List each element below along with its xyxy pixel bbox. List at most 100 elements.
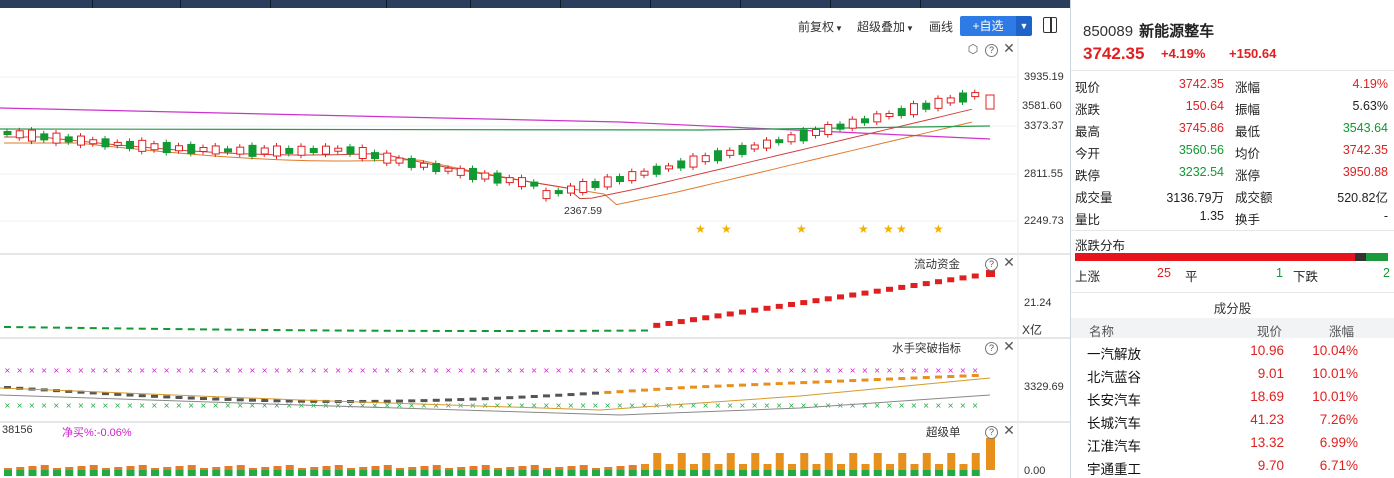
sailor-x-marker: × xyxy=(862,366,869,375)
sailor-x-marker: × xyxy=(580,366,587,375)
sailor-x-marker: × xyxy=(935,401,942,410)
price-axis-label: 2249.73 xyxy=(1024,215,1064,227)
sailor-bar xyxy=(530,395,538,399)
super-order-bar xyxy=(151,470,159,476)
sailor-x-marker: × xyxy=(212,366,219,375)
star-marker: ★ xyxy=(883,222,894,236)
sailor-x-marker: × xyxy=(543,366,550,375)
sailor-x-marker: × xyxy=(298,366,305,375)
super-order-bar xyxy=(788,464,796,470)
component-row[interactable]: 长城汽车 41.23 7.26% xyxy=(1071,408,1394,431)
super-order-bar xyxy=(469,466,478,470)
help-icon[interactable]: ? xyxy=(985,426,998,439)
sailor-x-marker: × xyxy=(249,401,256,410)
sailor-x-marker: × xyxy=(531,401,538,410)
sailor-x-marker: × xyxy=(849,366,856,375)
candle-body xyxy=(175,145,183,152)
component-row[interactable]: 长安汽车 18.69 10.01% xyxy=(1071,385,1394,408)
draw-line-button[interactable]: 画线 xyxy=(929,18,953,35)
super-order-bar xyxy=(359,467,368,470)
sailor-x-marker: × xyxy=(825,366,832,375)
super-order-bar xyxy=(837,470,845,476)
restore-rights-label: 前复权 xyxy=(798,20,835,34)
close-icon[interactable]: ✕ xyxy=(1003,41,1015,55)
super-order-bar xyxy=(812,470,821,476)
candle-body xyxy=(836,123,845,130)
close-icon[interactable]: ✕ xyxy=(1003,339,1015,353)
super-order-bar xyxy=(653,453,662,470)
col-pct-header[interactable]: 涨幅 xyxy=(1329,321,1354,340)
top-nav-bar[interactable] xyxy=(0,0,1070,8)
super-order-bar xyxy=(322,466,331,470)
add-watchlist-dropdown[interactable]: ▼ xyxy=(1016,16,1032,36)
close-icon[interactable]: ✕ xyxy=(1003,255,1015,269)
chevron-down-icon: ▼ xyxy=(906,24,914,33)
super-order-bar xyxy=(530,465,539,470)
sailor-bar xyxy=(506,396,514,400)
layout-toggle-icon[interactable] xyxy=(1043,17,1057,33)
quote-value: 5.63% xyxy=(1352,99,1388,113)
sailor-bar xyxy=(555,393,563,397)
super-order-bar xyxy=(714,470,723,476)
super-order-bar xyxy=(187,465,196,470)
sailor-bar xyxy=(641,388,648,392)
super-order-bar xyxy=(40,465,49,470)
sailor-x-marker: × xyxy=(727,366,734,375)
sailor-bar xyxy=(494,396,501,400)
kline-chart-area[interactable]: ★ ★ ★ ★ ★ ★ ★×××××××××××××××××××××××××××××××××… xyxy=(0,38,1070,478)
col-price-header[interactable]: 现价 xyxy=(1257,321,1282,340)
sailor-x-marker: × xyxy=(666,366,673,375)
sailor-x-marker: × xyxy=(323,366,330,375)
component-row[interactable]: 宇通重工 9.70 6.71% xyxy=(1071,454,1394,477)
col-name-header[interactable]: 名称 xyxy=(1089,321,1114,340)
sailor-x-marker: × xyxy=(739,401,746,410)
help-icon[interactable]: ? xyxy=(985,44,998,57)
super-order-bar xyxy=(947,470,956,476)
chart-toolbar: 前复权▼ 超级叠加▼ 画线 xyxy=(0,8,1070,38)
super-order-bar xyxy=(506,467,515,470)
fund-flow-value: 21.24 xyxy=(1024,297,1052,309)
sailor-x-marker: × xyxy=(482,401,489,410)
sailor-bar xyxy=(518,395,526,399)
candle-body xyxy=(481,172,490,180)
sailor-x-marker: × xyxy=(629,366,636,375)
quote-value: 3742.35 xyxy=(1178,77,1224,91)
restore-rights-dropdown[interactable]: 前复权▼ xyxy=(798,18,843,35)
add-watchlist-button[interactable]: +自选 xyxy=(960,16,1016,36)
super-order-bar xyxy=(77,470,86,476)
sailor-x-marker: × xyxy=(641,401,648,410)
sailor-x-marker: × xyxy=(41,401,48,410)
component-row[interactable]: 北汽蓝谷 9.01 10.01% xyxy=(1071,362,1394,385)
distribution-title: 涨跌分布 xyxy=(1075,239,1126,253)
component-price: 10.96 xyxy=(1250,343,1284,358)
super-order-bar xyxy=(935,470,943,476)
sailor-x-marker: × xyxy=(4,366,11,375)
sailor-value: 3329.69 xyxy=(1024,381,1064,393)
quote-value: 3745.86 xyxy=(1178,121,1224,135)
stock-change-amt: +150.64 xyxy=(1229,46,1277,61)
close-icon[interactable]: ✕ xyxy=(1003,423,1015,437)
super-order-bar xyxy=(824,470,833,476)
sailor-bar xyxy=(788,381,795,385)
component-name: 长城汽车 xyxy=(1087,416,1141,431)
help-icon[interactable]: ? xyxy=(985,258,998,271)
component-row[interactable]: 江淮汽车 13.32 6.99% xyxy=(1071,431,1394,454)
distribution-flat-segment xyxy=(1354,253,1366,261)
component-row[interactable]: 一汽解放 10.96 10.04% xyxy=(1071,339,1394,362)
component-pct: 6.71% xyxy=(1319,458,1358,473)
super-overlay-dropdown[interactable]: 超级叠加▼ xyxy=(857,18,914,35)
sailor-x-marker: × xyxy=(519,366,526,375)
stock-code: 850089 xyxy=(1083,23,1134,40)
sailor-x-marker: × xyxy=(408,366,415,375)
quote-label: 涨幅 xyxy=(1235,81,1261,95)
help-icon[interactable]: ? xyxy=(985,342,998,355)
component-pct: 6.99% xyxy=(1319,435,1358,450)
component-price: 18.69 xyxy=(1250,389,1284,404)
component-pct: 10.01% xyxy=(1312,366,1358,381)
super-order-bar xyxy=(518,466,527,470)
sailor-bar xyxy=(812,380,820,384)
sailor-x-marker: × xyxy=(947,366,954,375)
settings-hex-icon[interactable]: ⬡ xyxy=(967,43,979,55)
sailor-bar xyxy=(837,379,844,383)
super-order-bar xyxy=(40,470,49,476)
